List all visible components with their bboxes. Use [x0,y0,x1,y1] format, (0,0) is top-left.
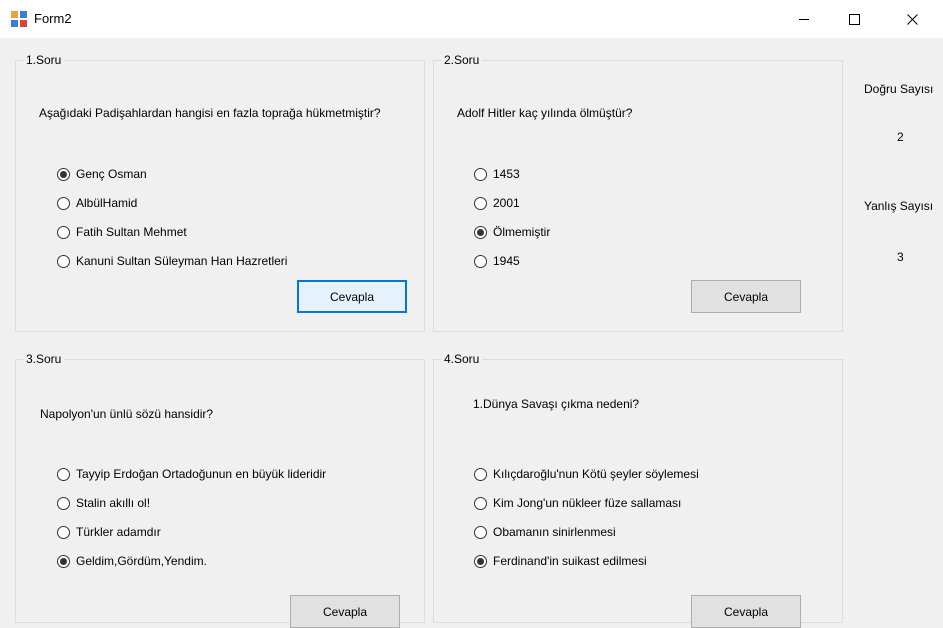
question-2-answer-button[interactable]: Cevapla [691,280,801,313]
question-2-option-4[interactable]: 1945 [474,252,520,270]
radio-button[interactable] [57,525,70,539]
wrong-count-label: Yanlış Sayısı [864,199,934,213]
group-frame [15,359,425,623]
option-label: 1945 [493,254,520,268]
option-label: 1453 [493,167,520,181]
option-label: Türkler adamdır [76,525,161,539]
question-3-group: 3.Soru Napolyon'un ünlü sözü hansidir? T… [15,351,425,628]
question-4-group: 4.Soru 1.Dünya Savaşı çıkma nedeni? Kılı… [433,351,843,628]
question-4-text: 1.Dünya Savaşı çıkma nedeni? [473,397,640,411]
close-button[interactable] [889,0,935,38]
radio-button[interactable] [57,196,70,210]
question-1-option-3[interactable]: Fatih Sultan Mehmet [57,223,187,241]
question-4-legend: 4.Soru [441,351,483,367]
question-1-group: 1.Soru Aşağıdaki Padişahlardan hangisi e… [15,52,425,332]
radio-button[interactable] [57,496,70,510]
option-label: Stalin akıllı ol! [76,496,151,510]
question-3-legend: 3.Soru [23,351,65,367]
question-2-option-1[interactable]: 1453 [474,165,520,183]
option-label: Fatih Sultan Mehmet [76,225,187,239]
title-bar: Form2 [0,0,943,38]
radio-button[interactable] [474,467,487,481]
question-2-group: 2.Soru Adolf Hitler kaç yılında ölmüştür… [433,52,843,332]
question-4-option-2[interactable]: Kim Jong'un nükleer füze sallaması [474,494,681,512]
option-label: 2001 [493,196,520,210]
option-label: Tayyip Erdoğan Ortadoğunun en büyük lide… [76,467,327,481]
option-label: Ferdinand'in suikast edilmesi [493,554,647,568]
radio-button[interactable] [57,225,70,239]
radio-button[interactable] [474,525,487,539]
option-label: Kılıçdaroğlu'nun Kötü şeyler söylemesi [493,467,699,481]
radio-button-checked[interactable] [57,554,70,568]
radio-button[interactable] [474,167,487,181]
radio-button[interactable] [474,496,487,510]
correct-count-label: Doğru Sayısı [864,82,934,96]
question-1-option-1[interactable]: Genç Osman [57,165,147,183]
question-4-option-3[interactable]: Obamanın sinirlenmesi [474,523,616,541]
minimize-button[interactable] [781,0,827,38]
option-label: AlbülHamid [76,196,138,210]
radio-button-checked[interactable] [474,225,487,239]
question-4-option-4[interactable]: Ferdinand'in suikast edilmesi [474,552,647,570]
option-label: Genç Osman [76,167,147,181]
option-label: Kim Jong'un nükleer füze sallaması [493,496,682,510]
radio-button-checked[interactable] [474,554,487,568]
correct-count-value: 2 [897,130,904,144]
question-2-legend: 2.Soru [441,52,483,68]
question-3-option-1[interactable]: Tayyip Erdoğan Ortadoğunun en büyük lide… [57,465,326,483]
question-1-legend: 1.Soru [23,52,65,68]
minimize-icon [799,19,809,20]
question-1-answer-button[interactable]: Cevapla [297,280,407,313]
option-label: Kanuni Sultan Süleyman Han Hazretleri [76,254,288,268]
option-label: Obamanın sinirlenmesi [493,525,616,539]
question-1-text: Aşağıdaki Padişahlardan hangisi en fazla… [39,106,381,120]
radio-button[interactable] [57,254,70,268]
wrong-count-value: 3 [897,250,904,264]
question-2-text: Adolf Hitler kaç yılında ölmüştür? [457,106,633,120]
question-4-option-1[interactable]: Kılıçdaroğlu'nun Kötü şeyler söylemesi [474,465,699,483]
close-icon [906,13,918,25]
window-title: Form2 [34,11,72,26]
question-4-answer-button[interactable]: Cevapla [691,595,801,628]
question-2-option-3[interactable]: Ölmemiştir [474,223,550,241]
question-3-option-4[interactable]: Geldim,Gördüm,Yendim. [57,552,207,570]
question-1-option-2[interactable]: AlbülHamid [57,194,137,212]
question-1-option-4[interactable]: Kanuni Sultan Süleyman Han Hazretleri [57,252,287,270]
maximize-button[interactable] [831,0,877,38]
maximize-icon [848,13,860,25]
option-label: Geldim,Gördüm,Yendim. [76,554,207,568]
question-3-answer-button[interactable]: Cevapla [290,595,400,628]
question-3-option-2[interactable]: Stalin akıllı ol! [57,494,150,512]
question-3-option-3[interactable]: Türkler adamdır [57,523,161,541]
question-2-option-2[interactable]: 2001 [474,194,520,212]
question-3-text: Napolyon'un ünlü sözü hansidir? [40,407,214,421]
radio-button-checked[interactable] [57,167,70,181]
option-label: Ölmemiştir [493,225,551,239]
radio-button[interactable] [57,467,70,481]
radio-button[interactable] [474,254,487,268]
radio-button[interactable] [474,196,487,210]
app-form-icon [11,11,27,27]
